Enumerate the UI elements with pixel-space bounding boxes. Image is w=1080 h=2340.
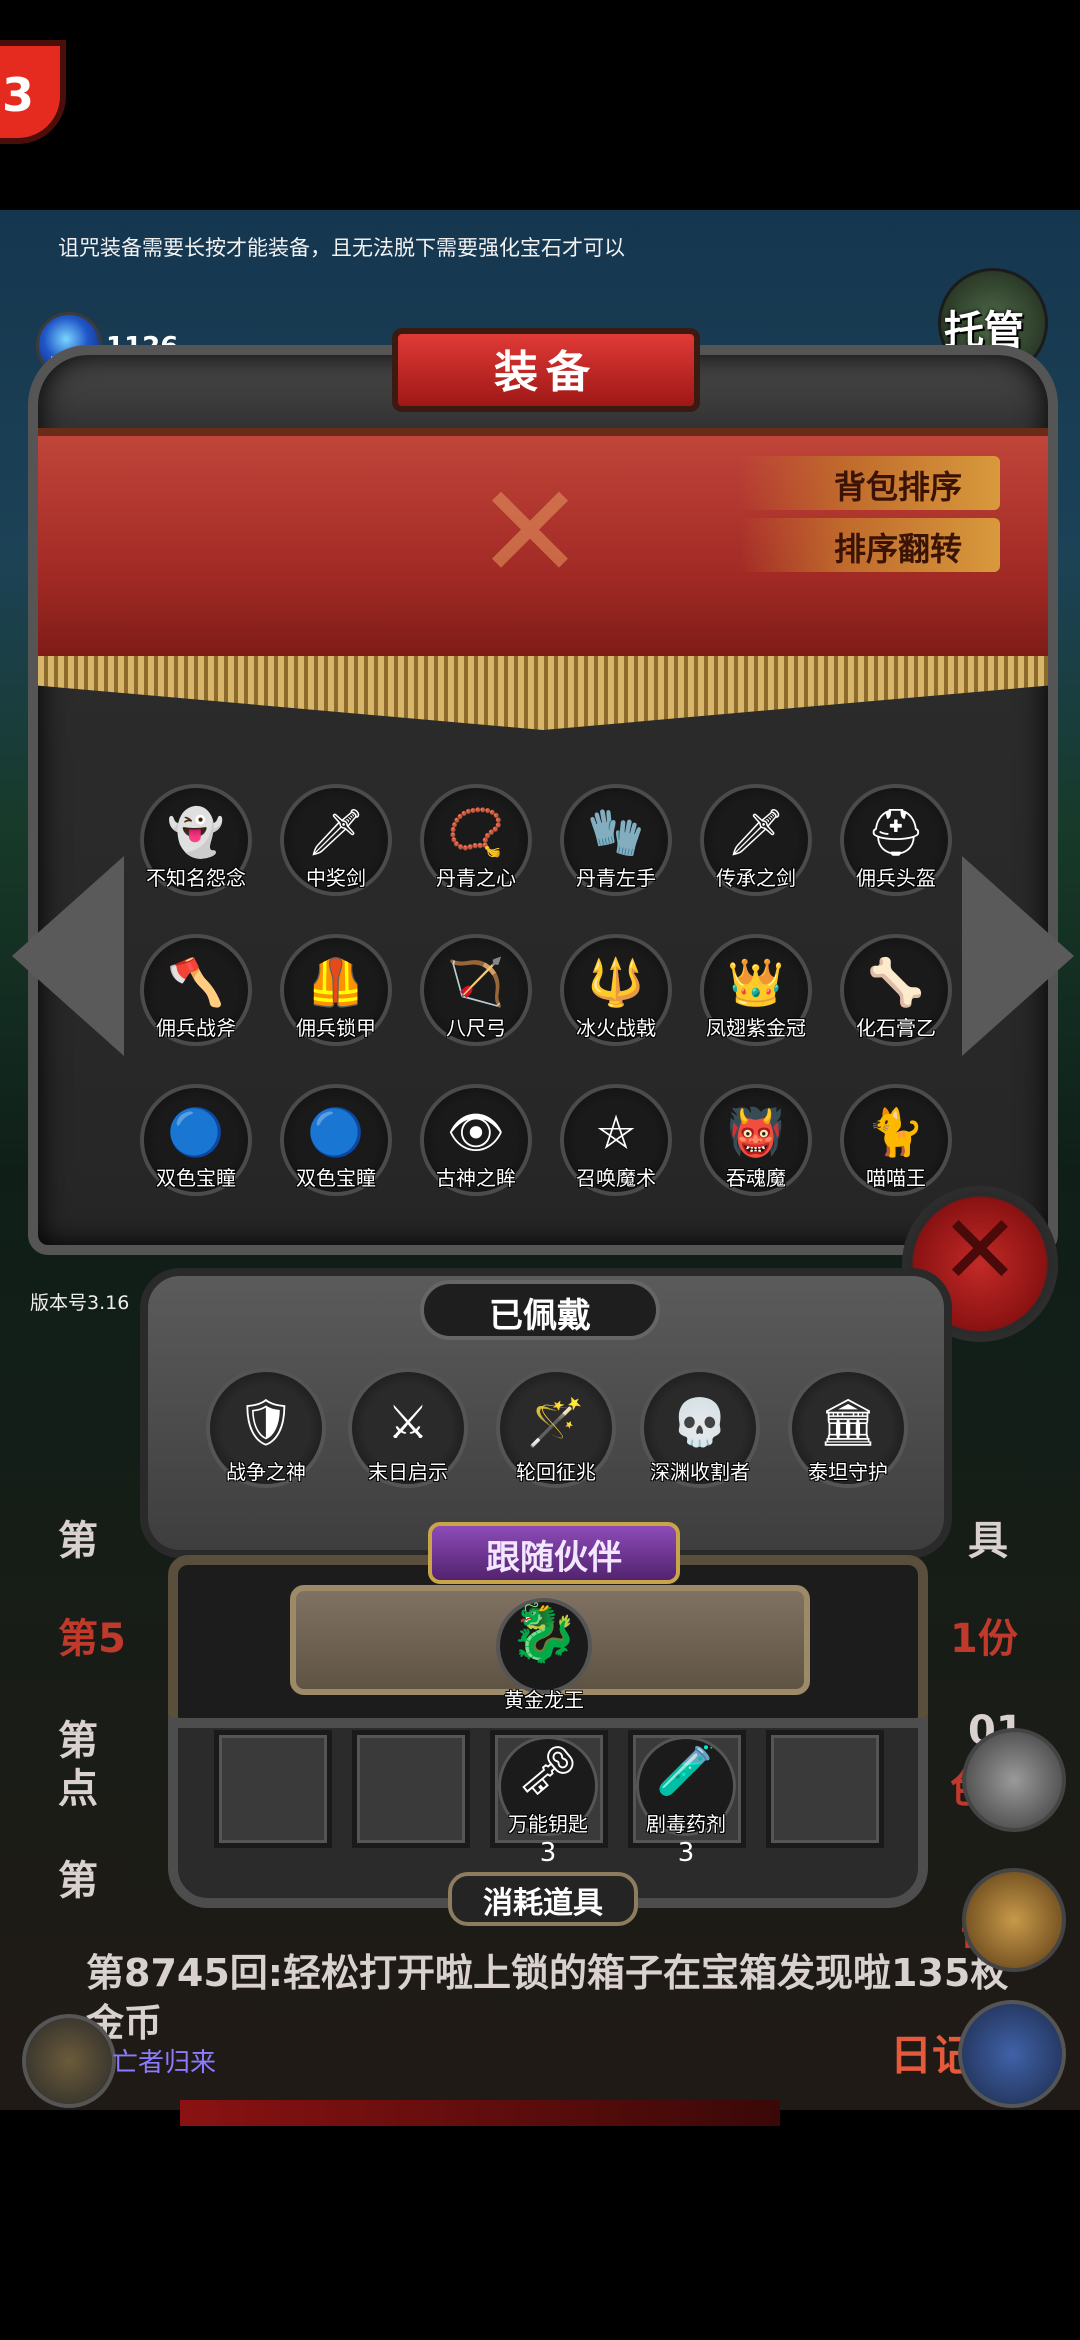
equipment-item-label: 不知名怨念 bbox=[146, 866, 246, 890]
consumable-label: 剧毒药剂 bbox=[646, 1812, 726, 1836]
journal-line-1-left: 第 bbox=[58, 1518, 98, 1564]
consumable-slot[interactable] bbox=[214, 1730, 332, 1848]
equipment-item-label: 古神之眸 bbox=[436, 1166, 516, 1190]
equipment-item-label: 丹青之心 bbox=[436, 866, 516, 890]
companion-name: 黄金龙王 bbox=[504, 1688, 584, 1712]
equipped-item-label: 泰坦守护 bbox=[808, 1460, 888, 1484]
journal-line-2-right: 1份 bbox=[950, 1616, 1018, 1662]
key-icon: 🗝 bbox=[517, 1743, 579, 1799]
consumable-quantity: 3 bbox=[539, 1838, 557, 1868]
journal-line-4-left: 点 bbox=[58, 1766, 98, 1812]
version-number: 版本号3.16 bbox=[30, 1292, 130, 1314]
diary-book-icon[interactable] bbox=[958, 2000, 1066, 2108]
equipped-item-label: 轮回征兆 bbox=[516, 1460, 596, 1484]
consumables-title: 消耗道具 bbox=[483, 1886, 603, 1921]
equipment-item-label: 喵喵王 bbox=[866, 1166, 926, 1190]
golden-dragon-icon: 🐉 bbox=[509, 1601, 579, 1666]
consumable-quantity: 3 bbox=[677, 1838, 695, 1868]
equipment-item-label: 传承之剑 bbox=[716, 866, 796, 890]
equipment-item-label: 双色宝瞳 bbox=[296, 1166, 376, 1190]
next-page-arrow-icon[interactable] bbox=[962, 856, 1074, 1056]
equipment-item-label: 化石膏乙 bbox=[856, 1016, 936, 1040]
equipment-item-label: 佣兵头盔 bbox=[856, 866, 936, 890]
consumable-slot[interactable] bbox=[352, 1730, 470, 1848]
dead-return-label[interactable]: 亡者归来 bbox=[112, 2042, 216, 2079]
reverse-sort-label: 排序翻转 bbox=[833, 530, 962, 568]
equipment-title: 装备 bbox=[494, 347, 598, 398]
tavern-mug-icon[interactable] bbox=[962, 1868, 1066, 1972]
equipment-item-label: 丹青左手 bbox=[576, 866, 656, 890]
equipped-item-label: 战争之神 bbox=[226, 1460, 306, 1484]
equipment-item-label: 召唤魔术 bbox=[576, 1166, 656, 1190]
hero-avatar[interactable] bbox=[22, 2014, 116, 2108]
journal-line-6: 第8745回:轻松打开啦上锁的箱子在宝箱发现啦135枚 bbox=[86, 1951, 1009, 1995]
crossed-swords-emblem-icon: ✕ bbox=[475, 456, 585, 608]
top-black-bar bbox=[0, 0, 1080, 210]
consumable-label: 万能钥匙 bbox=[508, 1812, 588, 1836]
equipment-item-label: 双色宝瞳 bbox=[156, 1166, 236, 1190]
potion-icon: 🧪 bbox=[656, 1743, 716, 1799]
equipment-item-label: 佣兵战斧 bbox=[156, 1016, 236, 1040]
equipped-item-label: 末日启示 bbox=[368, 1460, 448, 1484]
journal-line-5-left: 第 bbox=[58, 1858, 98, 1904]
equipment-item-label: 佣兵锁甲 bbox=[296, 1016, 376, 1040]
equipment-item-label: 八尺弓 bbox=[446, 1016, 506, 1040]
curse-equipment-hint: 诅咒装备需要长按才能装备，且无法脱下需要强化宝石才可以 bbox=[58, 236, 625, 260]
equipment-item-label: 吞魂魔 bbox=[726, 1166, 786, 1190]
equipment-item-label: 凤翅紫金冠 bbox=[706, 1016, 806, 1040]
consumable-slot[interactable] bbox=[766, 1730, 884, 1848]
equipped-title: 已佩戴 bbox=[489, 1296, 591, 1336]
sort-inventory-label: 背包排序 bbox=[833, 468, 962, 506]
progress-strip bbox=[180, 2100, 780, 2126]
knight-helmet-icon[interactable] bbox=[962, 1728, 1066, 1832]
equipment-item-label: 冰火战戟 bbox=[576, 1016, 656, 1040]
bottom-black-strip bbox=[0, 2110, 1080, 2340]
companion-title: 跟随伙伴 bbox=[486, 1538, 622, 1578]
previous-page-arrow-icon[interactable] bbox=[12, 856, 124, 1056]
equipped-item-label: 深渊收割者 bbox=[650, 1460, 750, 1484]
journal-line-2-left: 第5 bbox=[58, 1616, 126, 1662]
journal-line-1-right: 具 bbox=[968, 1518, 1008, 1564]
equipment-item-label: 中奖剑 bbox=[306, 866, 366, 890]
